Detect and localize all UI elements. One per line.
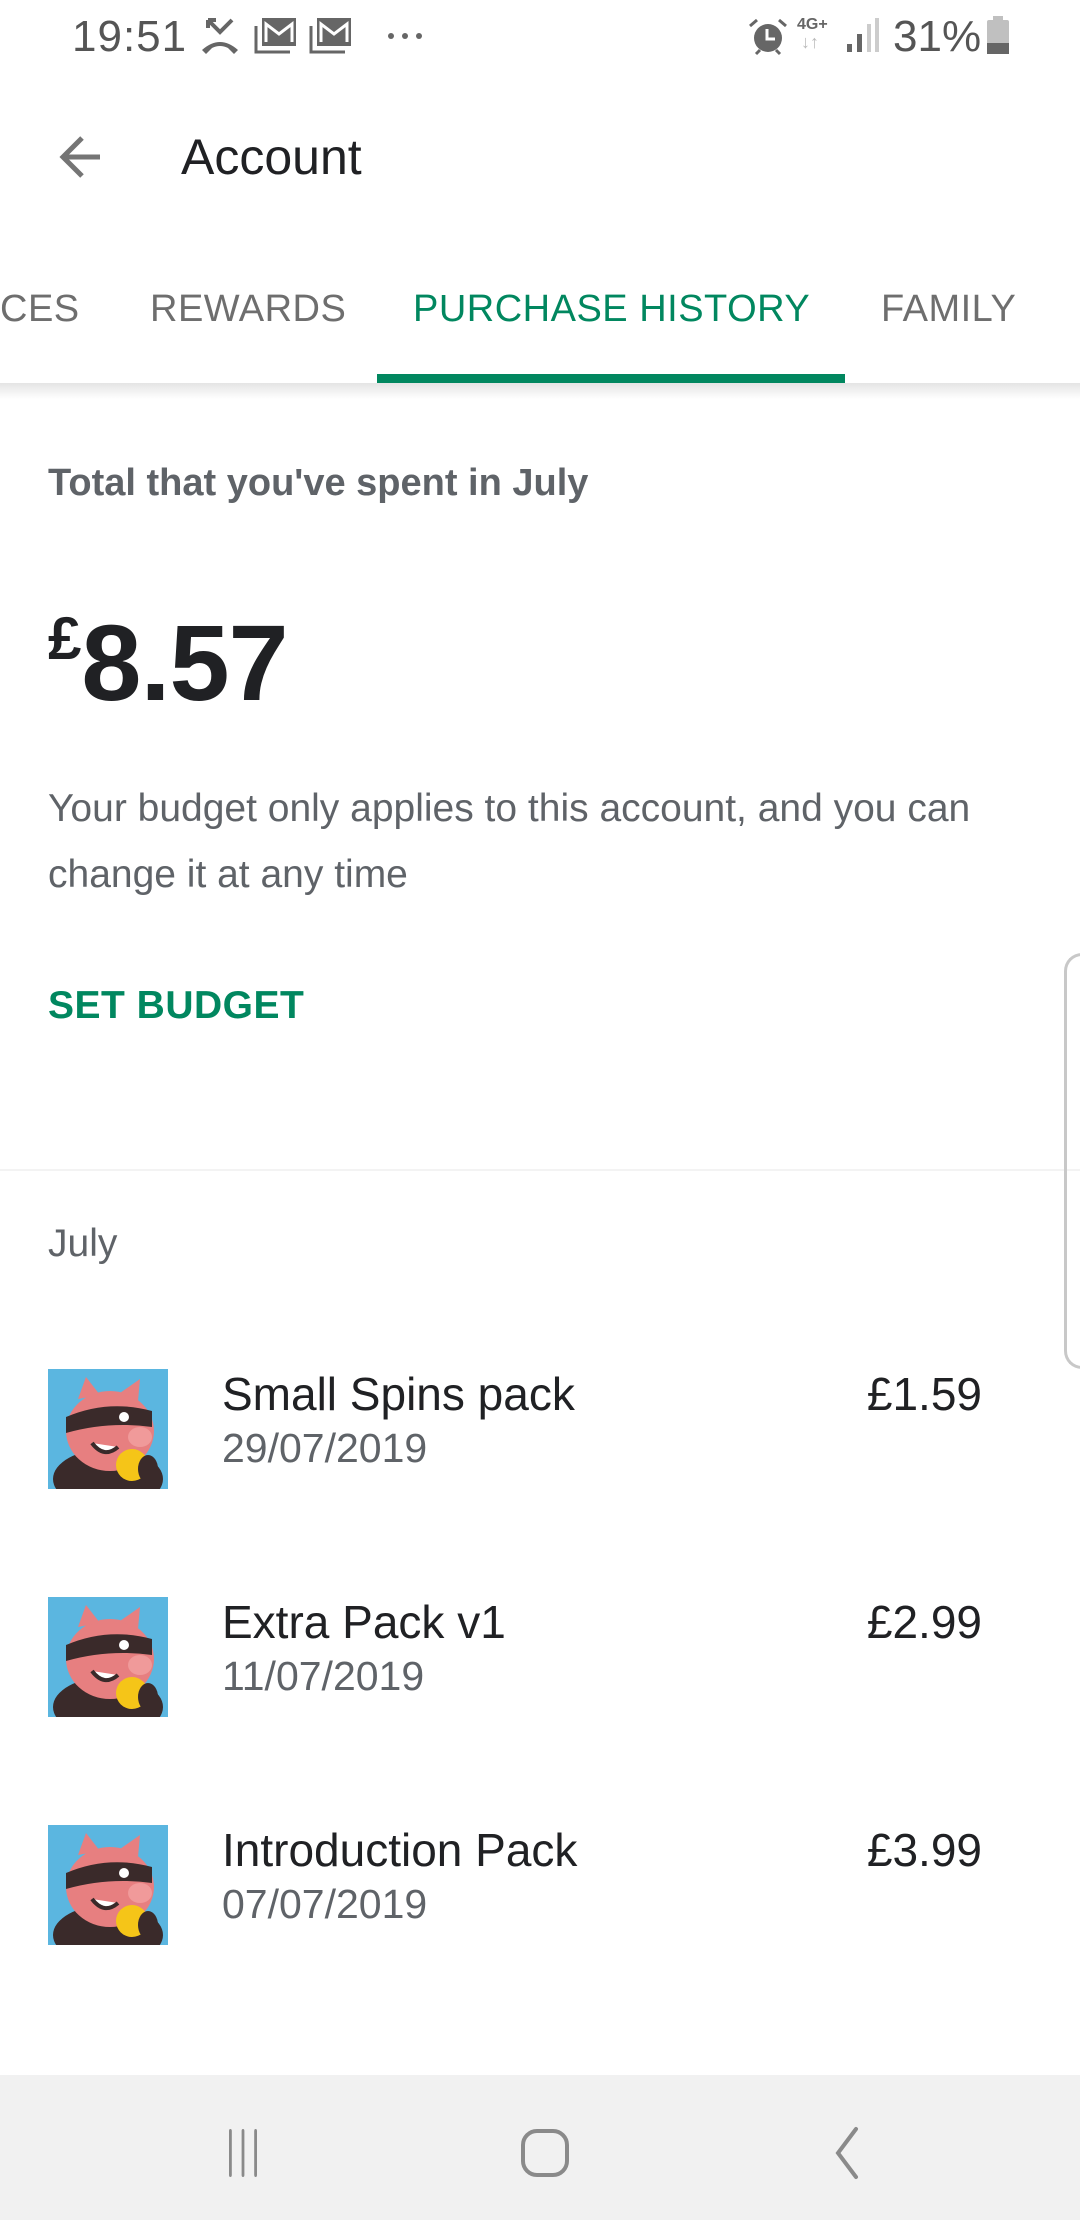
item-price: £3.99 bbox=[866, 1824, 982, 1876]
gmail-icon bbox=[254, 18, 296, 54]
tab-purchase-history[interactable]: PURCHASE HISTORY bbox=[413, 288, 810, 331]
purchase-item[interactable]: Extra Pack v1 11/07/2019 £2.99 bbox=[0, 1596, 1080, 1737]
currency-symbol: £ bbox=[48, 605, 82, 672]
back-button[interactable] bbox=[52, 126, 114, 188]
month-header: July bbox=[48, 1222, 118, 1265]
section-divider bbox=[0, 1169, 1080, 1171]
tab-rewards[interactable]: REWARDS bbox=[150, 288, 346, 331]
tab-preferences[interactable]: CES bbox=[0, 288, 80, 331]
total-spent-label: Total that you've spent in July bbox=[48, 462, 589, 504]
item-date: 07/07/2019 bbox=[222, 1881, 428, 1927]
coin-master-pig-icon bbox=[48, 1597, 168, 1717]
battery-percent: 31% bbox=[893, 12, 982, 61]
budget-description: Your budget only applies to this account… bbox=[48, 787, 971, 896]
system-nav-bar bbox=[0, 2075, 1080, 2220]
active-tab-indicator bbox=[377, 374, 845, 383]
more-notifications-icon bbox=[388, 33, 422, 39]
recent-apps-icon[interactable] bbox=[213, 2123, 273, 2183]
page-title: Account bbox=[181, 129, 362, 185]
signal-icon bbox=[847, 18, 879, 52]
amount-value: 8.57 bbox=[81, 602, 288, 723]
coin-master-pig-icon bbox=[48, 1825, 168, 1945]
purchase-item[interactable]: Small Spins pack 29/07/2019 £1.59 bbox=[0, 1368, 1080, 1509]
total-amount: £8.57 bbox=[48, 600, 289, 725]
tab-bar: CES REWARDS PURCHASE HISTORY FAMILY bbox=[0, 250, 1080, 384]
gmail-icon bbox=[309, 18, 351, 54]
item-price: £2.99 bbox=[866, 1596, 982, 1648]
item-price: £1.59 bbox=[866, 1368, 982, 1420]
purchase-item[interactable]: Introduction Pack 07/07/2019 £3.99 bbox=[0, 1824, 1080, 1965]
item-title: Extra Pack v1 bbox=[222, 1596, 506, 1648]
arrow-back-icon bbox=[59, 136, 100, 178]
coin-master-pig-icon bbox=[48, 1369, 168, 1489]
tab-family[interactable]: FAMILY bbox=[881, 288, 1016, 331]
item-title: Small Spins pack bbox=[222, 1368, 575, 1420]
alarm-icon bbox=[749, 18, 787, 56]
status-time: 19:51 bbox=[72, 12, 188, 61]
item-date: 11/07/2019 bbox=[222, 1653, 425, 1699]
set-budget-button[interactable]: SET BUDGET bbox=[48, 984, 304, 1028]
missed-call-icon bbox=[202, 18, 238, 54]
item-title: Introduction Pack bbox=[222, 1824, 578, 1876]
network-4g-plus-icon: 4G+ ↓↑ bbox=[797, 16, 828, 52]
home-icon[interactable] bbox=[515, 2123, 575, 2183]
battery-icon bbox=[987, 16, 1009, 54]
status-bar: 19:51 4G+ ↓↑ 31% bbox=[0, 0, 1080, 75]
item-date: 29/07/2019 bbox=[222, 1425, 428, 1471]
tab-shadow bbox=[0, 383, 1080, 399]
scrollbar[interactable] bbox=[1064, 953, 1080, 1369]
back-icon[interactable] bbox=[816, 2123, 876, 2183]
